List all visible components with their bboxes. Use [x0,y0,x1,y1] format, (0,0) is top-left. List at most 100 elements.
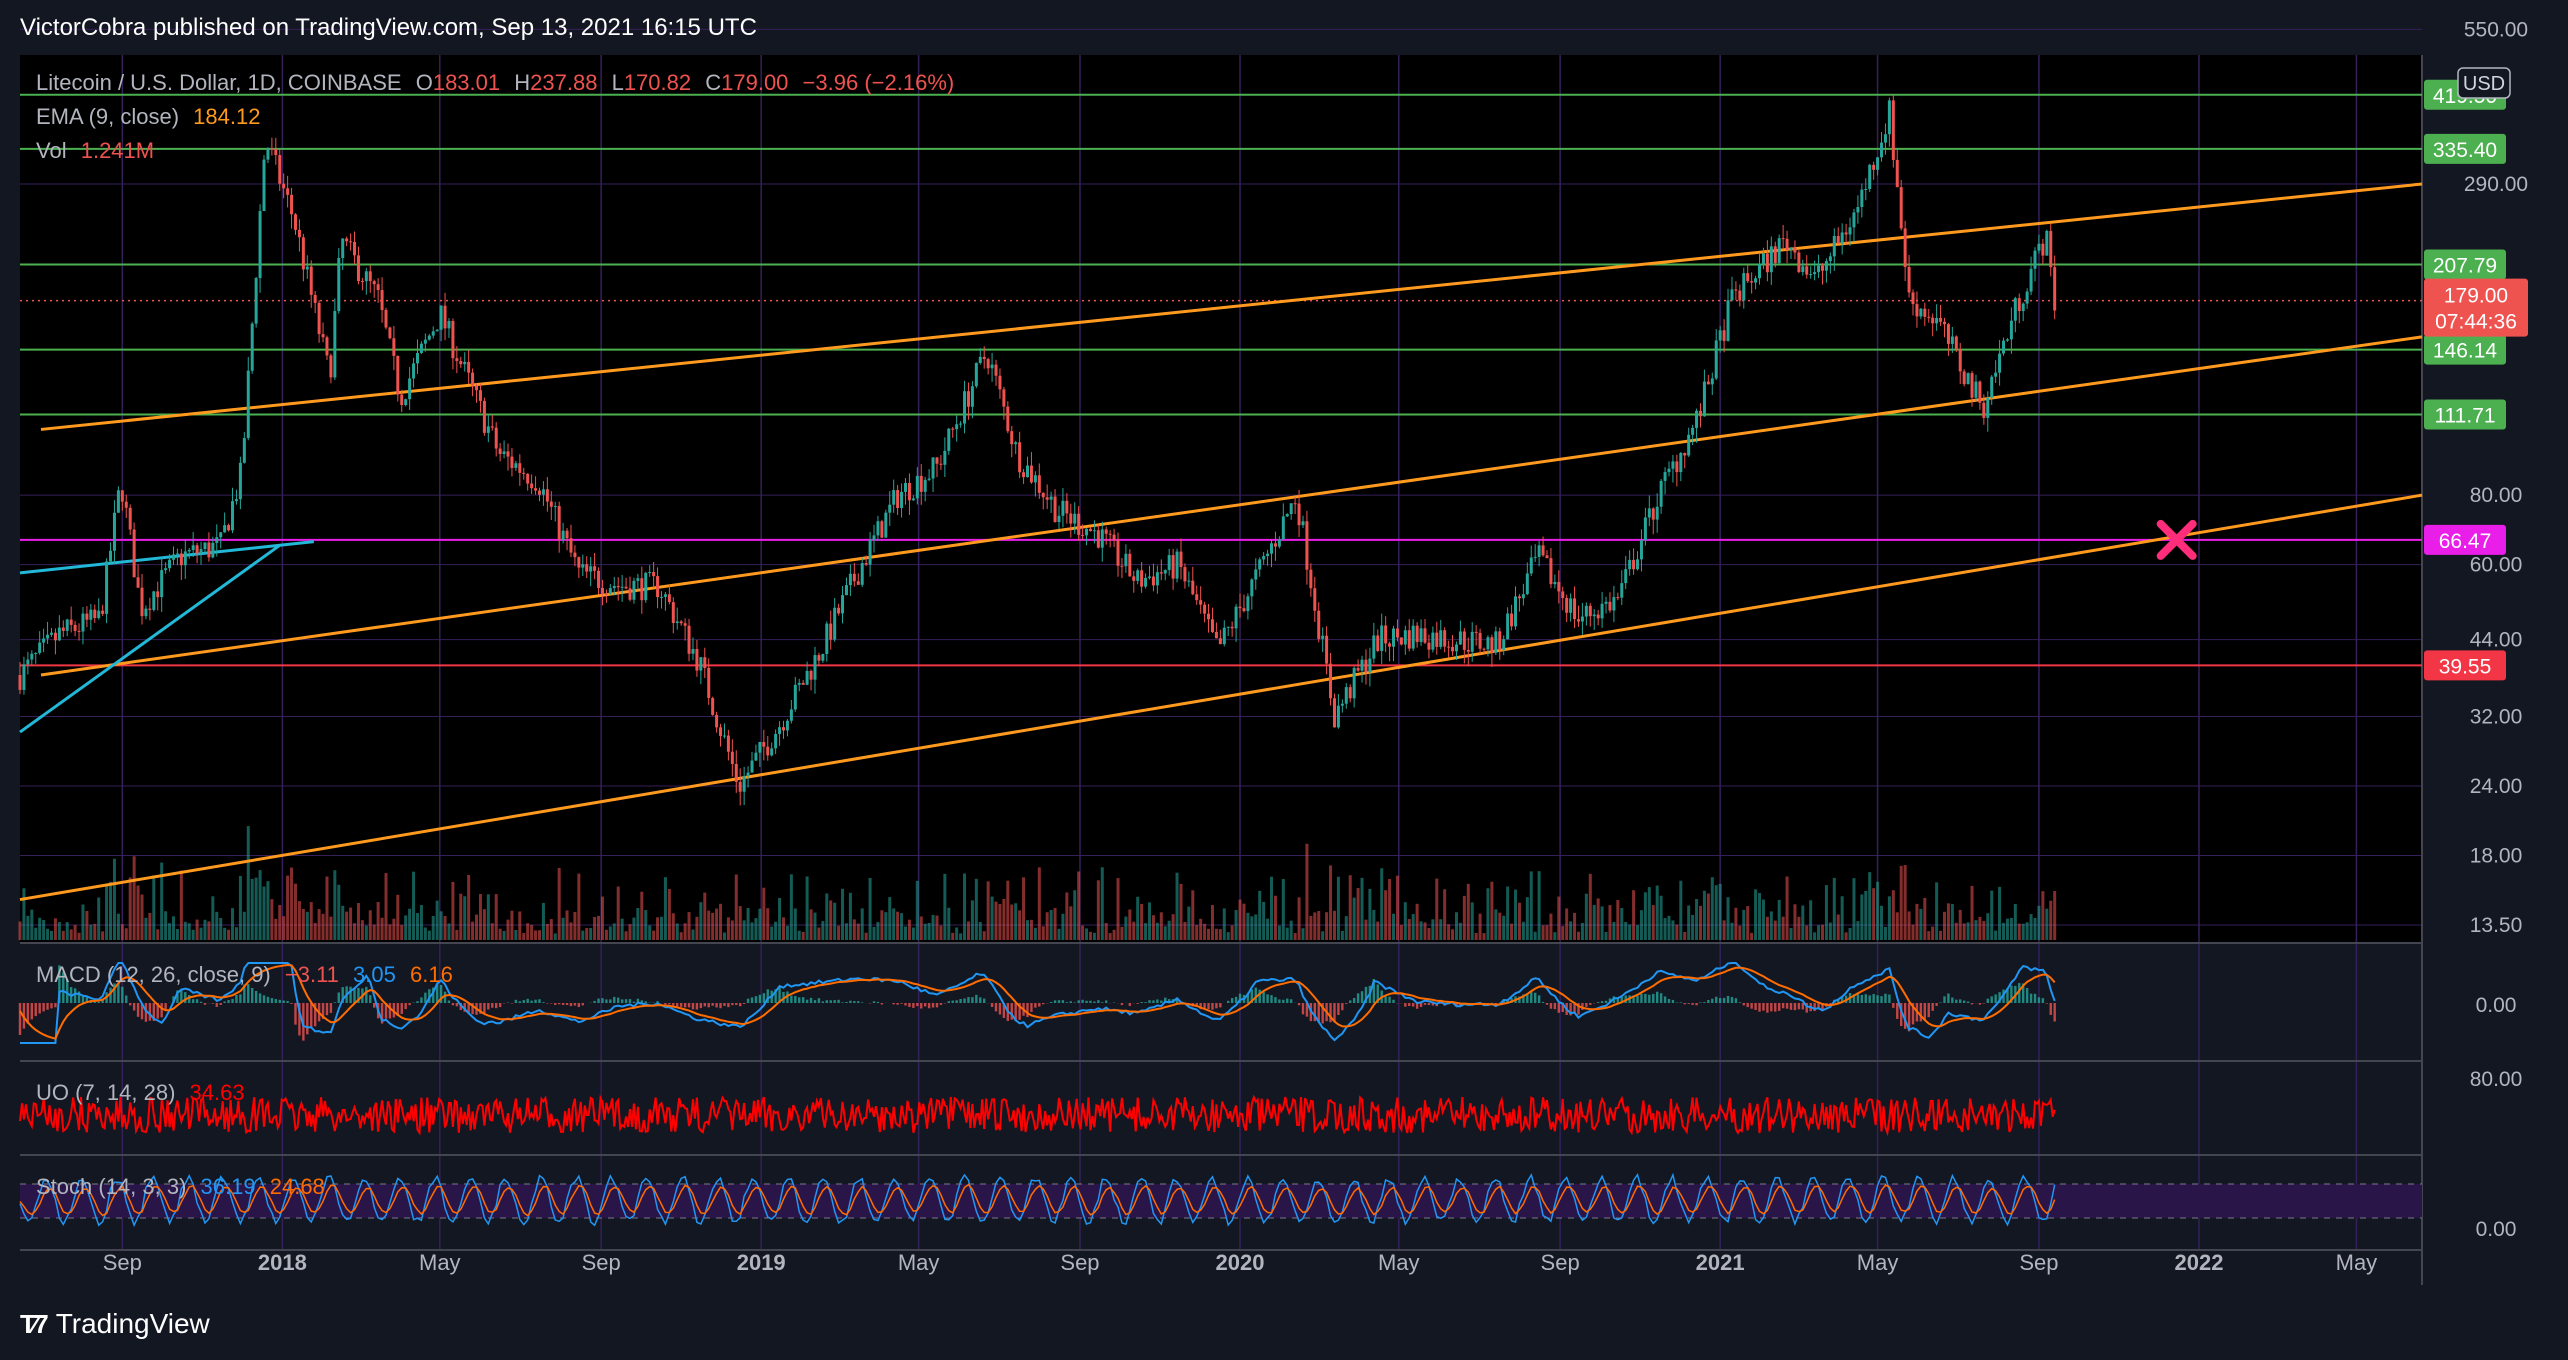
candle-body [1919,308,1923,317]
candle-body [667,594,671,603]
macd-histogram-bar [617,997,620,1003]
candle-body [711,697,715,715]
volume-bar [2049,900,2053,940]
candle-body [77,630,81,632]
volume-bar [1226,932,1230,940]
macd-histogram-bar [683,1003,687,1008]
macd-histogram-bar [1982,1003,1986,1004]
candle-body [986,359,990,369]
candle-body [872,535,876,541]
ema-legend[interactable]: EMA (9, close) 184.12 [36,104,268,130]
volume-bar [2009,917,2013,940]
macd-histogram-bar [1384,996,1387,1003]
volume-bar [837,925,841,940]
volume-bar [1710,877,1714,940]
volume-bar [372,924,376,940]
candle-body [593,566,597,571]
volume-bar [1486,888,1490,940]
uo-label: UO (7, 14, 28) [36,1080,176,1105]
candle-body [860,563,864,585]
volume-bar [833,902,837,940]
candle-body [160,570,164,598]
time-axis[interactable]: Sep 2018 May Sep 2019 May Sep 2020 May Sep 2021 May… [103,1250,2377,1275]
volume-bar [817,927,821,940]
macd-histogram-bar [203,1003,207,1005]
macd-histogram-bar [514,999,518,1003]
candle-body [1151,576,1155,586]
macd-histogram-bar [1345,1003,1348,1004]
volume-bar [1931,926,1935,940]
tradingview-logo[interactable]: T⁄7 TradingView [20,1308,210,1340]
macd-histogram-bar [235,994,238,1003]
volume-bar [1659,895,1663,940]
uo-legend[interactable]: UO (7, 14, 28) 34.63 [36,1080,253,1106]
macd-histogram-bar [841,1002,844,1003]
symbol-legend[interactable]: Litecoin / U.S. Dollar, 1D, COINBASE O18… [36,70,962,96]
candle-body [101,610,105,614]
volume-bar [644,910,648,940]
macd-histogram-bar [742,1003,746,1005]
candle-body [1600,603,1604,619]
chart-area[interactable]: 750.00550.00290.0080.0060.0044.0032.0024… [0,0,2568,1360]
macd-histogram-bar [1876,995,1879,1003]
volume-bar [1368,888,1372,940]
candle-body [211,542,215,558]
candle-body [498,448,502,455]
volume-bar [1942,911,1946,940]
candle-body [238,462,242,500]
volume-bar [136,885,140,940]
candle-body [81,613,85,632]
macd-legend[interactable]: MACD (12, 26, close, 9) −3.11 3.05 6.16 [36,962,461,988]
volume-bar [852,919,856,940]
candle-body [1545,555,1549,559]
candle-body [1368,658,1372,673]
candle-body [415,352,419,364]
candle-body [1214,631,1218,639]
candle-body [978,356,982,363]
volume-bar [1828,922,1832,940]
candle-body [93,609,97,619]
volume-bar [89,924,93,940]
candle-body [722,735,726,737]
volume-bar [809,909,813,940]
volume-bar [467,875,471,940]
candle-body [105,561,109,614]
macd-histogram-bar [1207,1003,1210,1010]
volume-bar [46,928,50,940]
volume-bar [1750,932,1754,940]
macd-histogram-bar [420,997,423,1003]
candle-body [223,525,227,533]
candle-body [801,682,805,685]
macd-histogram-bar [1955,999,1958,1003]
tradingview-logo-text: TradingView [55,1308,210,1339]
volume-bar [530,924,534,940]
volume-bar [675,923,679,940]
volume-bar [974,878,978,940]
candle-body [140,587,144,617]
macd-histogram-bar [1557,1003,1561,1013]
candle-body [1108,533,1112,535]
volume-bar [589,927,593,940]
price-axis-label: 18.00 [2470,844,2523,867]
volume-bar [577,873,581,940]
candle-body [148,608,152,610]
volume-bar [1545,925,1549,940]
volume-bar [1187,906,1191,940]
volume-bar [1336,876,1340,940]
macd-histogram-bar [1038,1003,1041,1007]
volume-bar [1860,894,1864,940]
volume-bar [1592,904,1596,940]
macd-histogram-bar [628,999,632,1003]
macd-histogram-bar [1042,1003,1045,1005]
candle-body [656,576,660,598]
candle-body [2005,339,2009,341]
volume-bar [1553,932,1557,940]
candle-body [998,375,1002,390]
currency-badge[interactable]: USD [2457,67,2511,99]
macd-histogram-bar [1034,1003,1037,1008]
candle-body [644,572,648,601]
macd-histogram-bar [1234,996,1238,1003]
volume-bar [69,929,73,940]
vol-legend[interactable]: Vol 1.241M [36,138,162,164]
stoch-legend[interactable]: Stoch (14, 3, 3) 36.19 24.68 [36,1174,333,1200]
